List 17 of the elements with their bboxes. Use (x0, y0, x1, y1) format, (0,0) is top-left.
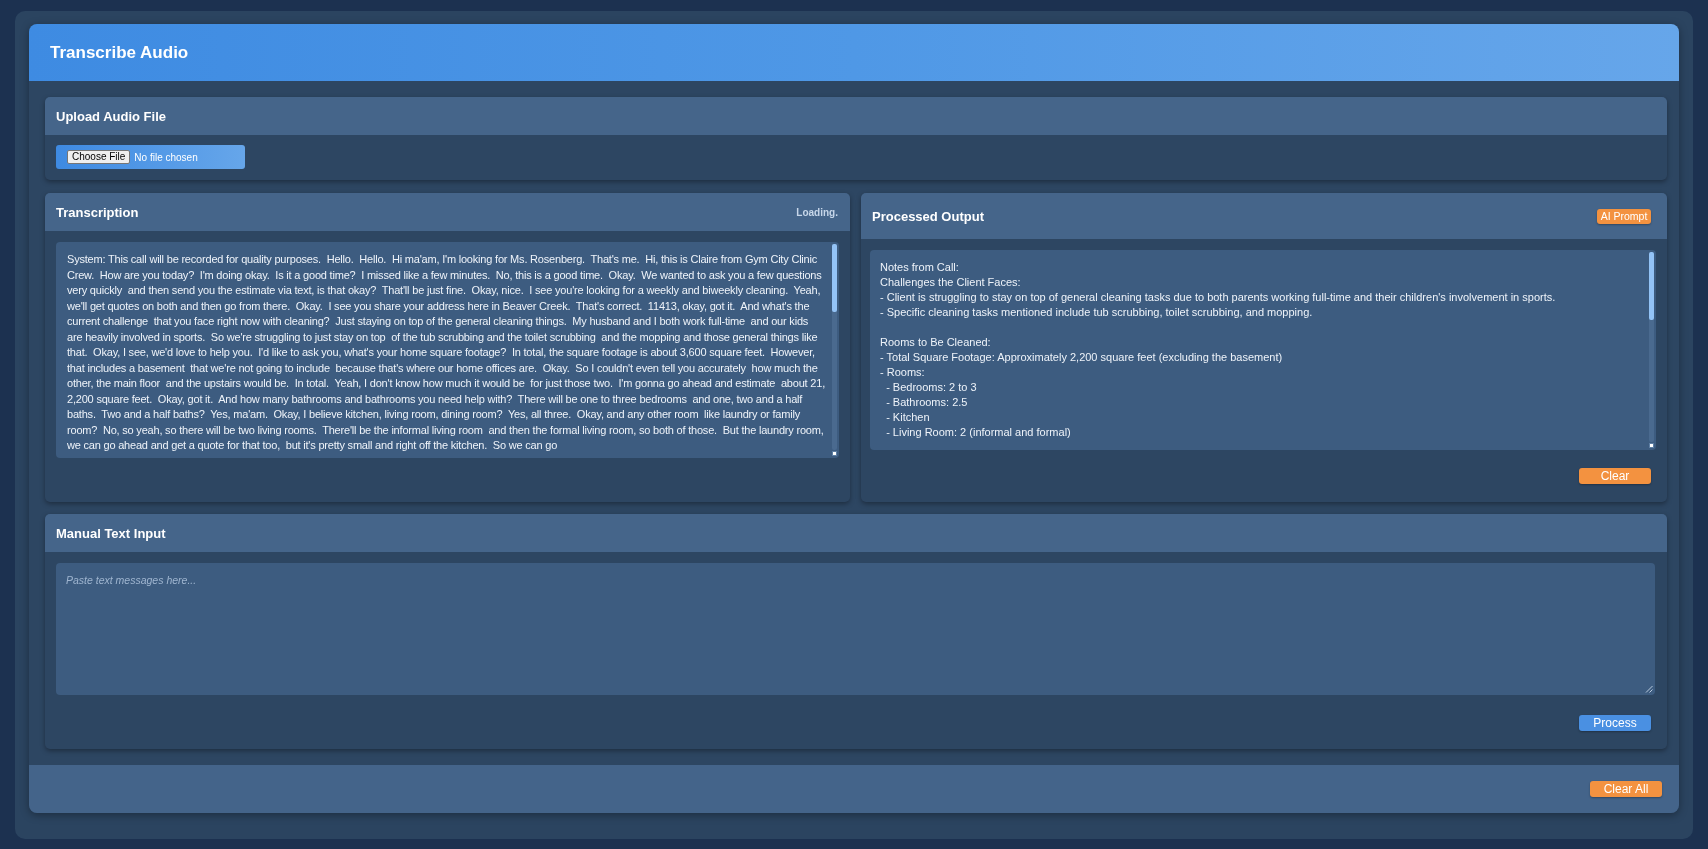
choose-file-button[interactable]: Choose File (67, 150, 131, 164)
scrollbar-thumb[interactable] (832, 244, 837, 312)
panel-title: Manual Text Input (56, 525, 166, 541)
file-status-text: No file chosen (134, 151, 198, 163)
panel-title: Transcription (56, 204, 139, 220)
scrollbar-thumb[interactable] (1649, 252, 1654, 320)
file-input[interactable]: Choose File No file chosen (56, 145, 245, 169)
resize-grip-icon[interactable] (832, 450, 837, 456)
app-title: Transcribe Audio (50, 42, 189, 63)
panel-title: Processed Output (872, 208, 984, 224)
panel-title: Upload Audio File (56, 108, 166, 124)
loading-status: Loading. (796, 206, 838, 218)
manual-text-input[interactable]: Paste text messages here... (56, 563, 1655, 695)
resize-grip-icon[interactable] (1649, 443, 1654, 448)
output-textarea[interactable]: Notes from Call: Challenges the Client Faces: - Client is struggling to stay on top of general cleaning tasks due to both parents working full-time and their children's involvement in sports. - Specific cleaning tasks mentioned include tub scrubbing, toilet scrubbing, and mopping. Rooms to Be Cleaned: - Total Square Footage: Approximately 2,200 square feet (excluding the basement) - Rooms: - Bedrooms: 2 to 3 - Bathrooms: 2.5 - Kitchen - Living Room: 2 (informal and formal) (870, 250, 1656, 450)
transcription-textarea[interactable]: System: This call will be recorded for quality purposes. Hello. Hello. Hi ma'am, I'm looking for Ms. Rosenberg. That's me. Hi, this is Claire from Gym City Clinic Crew. How are you today? I'm doing okay. Is it a good time? I missed like a few minutes. No, this is a good time. Okay. We wanted to ask you a few questions very quickly and then send you the estimate via text, is that okay? That'll be just fine. Okay, nice. I see you're looking for a weekly and biweekly cleaning. Yeah, we'll get quotes on both and then go from there. Okay. I see you share your address here in Beaver Creek. That's correct. 11413, okay, got it. And what's the current challenge that you face right now with cleaning? Just staying on top of the general cleaning things. My husband and I both work full-time and our kids are heavily involved in sports. So we're struggling to just stay on top of the tub scrubbing and the toilet scrubbing and the mopping and those general things like that. Okay, I see, we'd love to help you. I'd like to ask you, what's your home square footage? In total, the square footage is about 3,600 square feet. However, that includes a basement that we're not going to include because that's where our home offices are. Okay. So I couldn't even tell you accurately how much the other, the main floor and the upstairs would be. In total. Yeah, I don't know how much it would be for just those two. I'm gonna go ahead and estimate about 21, 2,200 square feet. Okay, got it. And how many bathrooms and bathrooms you need help with? There will be one to three bedrooms and one, two and a half baths. Two and a half baths? Yes, ma'am. Okay, I believe kitchen, living room, dining room? Yes, all three. Okay, and any other room like laundry or family room? No, so yeah, so there will be two living rooms. There'll be the informal living room and then the formal living room, so both of those. But the laundry room, we can go ahead and get a quote for that too, but it's pretty small and right off the kitchen. So we can go (56, 242, 839, 458)
resize-grip-icon[interactable] (1645, 685, 1653, 693)
